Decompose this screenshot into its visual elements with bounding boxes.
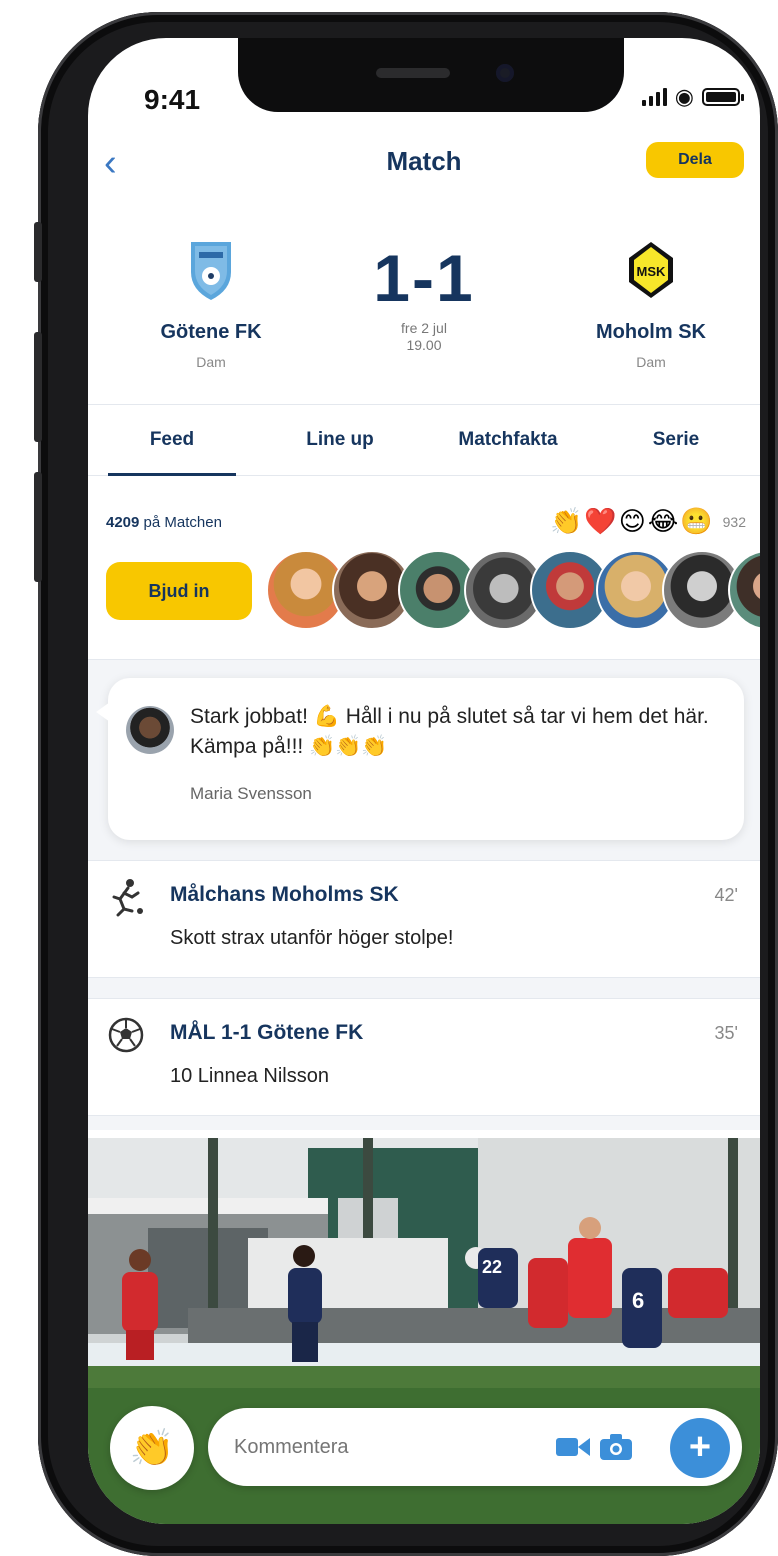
reaction-count: 932 — [722, 513, 746, 530]
viewers-number: 4209 — [106, 514, 140, 531]
svg-text:6: 6 — [632, 1288, 644, 1313]
event-description: Skott strax utanför höger stolpe! — [170, 927, 454, 949]
tab-serie[interactable]: Serie — [592, 405, 760, 475]
video-icon[interactable] — [556, 1436, 590, 1458]
home-team-category: Dam — [196, 354, 226, 370]
away-team[interactable]: MSK Moholm SK Dam — [556, 238, 746, 370]
grimace-reaction-icon: 😬 — [680, 506, 713, 536]
comment-input[interactable] — [234, 1408, 534, 1486]
clap-reaction-icon: 👏 — [550, 506, 583, 536]
comment-avatar — [126, 706, 174, 754]
clap-button[interactable]: 👏 — [110, 1406, 194, 1490]
away-team-name: Moholm SK — [596, 321, 706, 343]
soccer-ball-icon — [108, 1017, 144, 1053]
match-header: Götene FK Dam 1-1 fre 2 jul 19.00 MSK Mo… — [88, 238, 760, 403]
viewers-section: 4209 på Matchen 👏 ❤️ 😊 😂 😬 932 Bjud in — [88, 494, 760, 660]
smile-reaction-icon: 😊 — [618, 506, 646, 536]
volume-up-button — [34, 332, 42, 442]
viewers-count: 4209 på Matchen — [106, 514, 222, 531]
feed-event[interactable]: Målchans Moholms SK Skott strax utanför … — [88, 860, 760, 978]
volume-down-button — [34, 472, 42, 582]
feed-event[interactable]: MÅL 1-1 Götene FK 10 Linnea Nilsson 35' — [88, 998, 760, 1116]
tab-line-up[interactable]: Line up — [256, 405, 424, 475]
add-button[interactable]: + — [670, 1418, 730, 1478]
laugh-reaction-icon: 😂 — [647, 506, 679, 536]
comment-card[interactable]: Stark jobbat! 💪 Håll i nu på slutet så t… — [96, 678, 744, 840]
invite-button[interactable]: Bjud in — [106, 562, 252, 620]
signal-icon — [641, 88, 667, 106]
tab-bar: Feed Line up Matchfakta Serie — [88, 404, 760, 476]
nav-bar: ‹ Match Dela — [88, 138, 760, 198]
event-minute: 35' — [714, 1023, 738, 1043]
camera-icon[interactable] — [600, 1434, 632, 1460]
heart-reaction-icon: ❤️ — [584, 506, 617, 536]
reactions-summary[interactable]: 👏 ❤️ 😊 😂 😬 932 — [550, 506, 746, 537]
event-description: 10 Linnea Nilsson — [170, 1065, 329, 1087]
viewer-avatars[interactable] — [266, 550, 760, 630]
viewers-label: på Matchen — [143, 514, 222, 531]
tab-feed[interactable]: Feed — [88, 405, 256, 476]
tab-matchfakta[interactable]: Matchfakta — [424, 405, 592, 475]
notch — [238, 38, 624, 112]
app-screen: 9:41 ◉ ‹ Match Dela Götene FK Dam 1-1 fr… — [88, 38, 760, 1524]
comment-input-wrapper: + — [208, 1408, 742, 1486]
mute-switch — [34, 222, 42, 282]
front-camera — [496, 64, 514, 82]
avatar — [728, 550, 760, 630]
event-title: Målchans Moholms SK — [170, 883, 399, 906]
event-title: MÅL 1-1 Götene FK — [170, 1021, 364, 1044]
comment-composer: 👏 + — [88, 1406, 760, 1506]
player-kick-icon — [112, 879, 143, 917]
comment-author: Maria Svensson — [190, 784, 312, 803]
wifi-icon: ◉ — [674, 84, 694, 109]
moholm-sk-logo-icon: MSK — [629, 242, 673, 298]
svg-text:MSK: MSK — [637, 264, 667, 279]
battery-icon — [702, 88, 744, 106]
away-team-category: Dam — [636, 354, 666, 370]
status-time: 9:41 — [144, 84, 201, 115]
share-button[interactable]: Dela — [646, 142, 744, 178]
status-icons: ◉ — [641, 84, 744, 109]
svg-text:22: 22 — [482, 1257, 502, 1277]
speaker — [376, 68, 450, 78]
event-minute: 42' — [714, 885, 738, 905]
comment-text: Stark jobbat! 💪 Håll i nu på slutet så t… — [190, 705, 709, 758]
